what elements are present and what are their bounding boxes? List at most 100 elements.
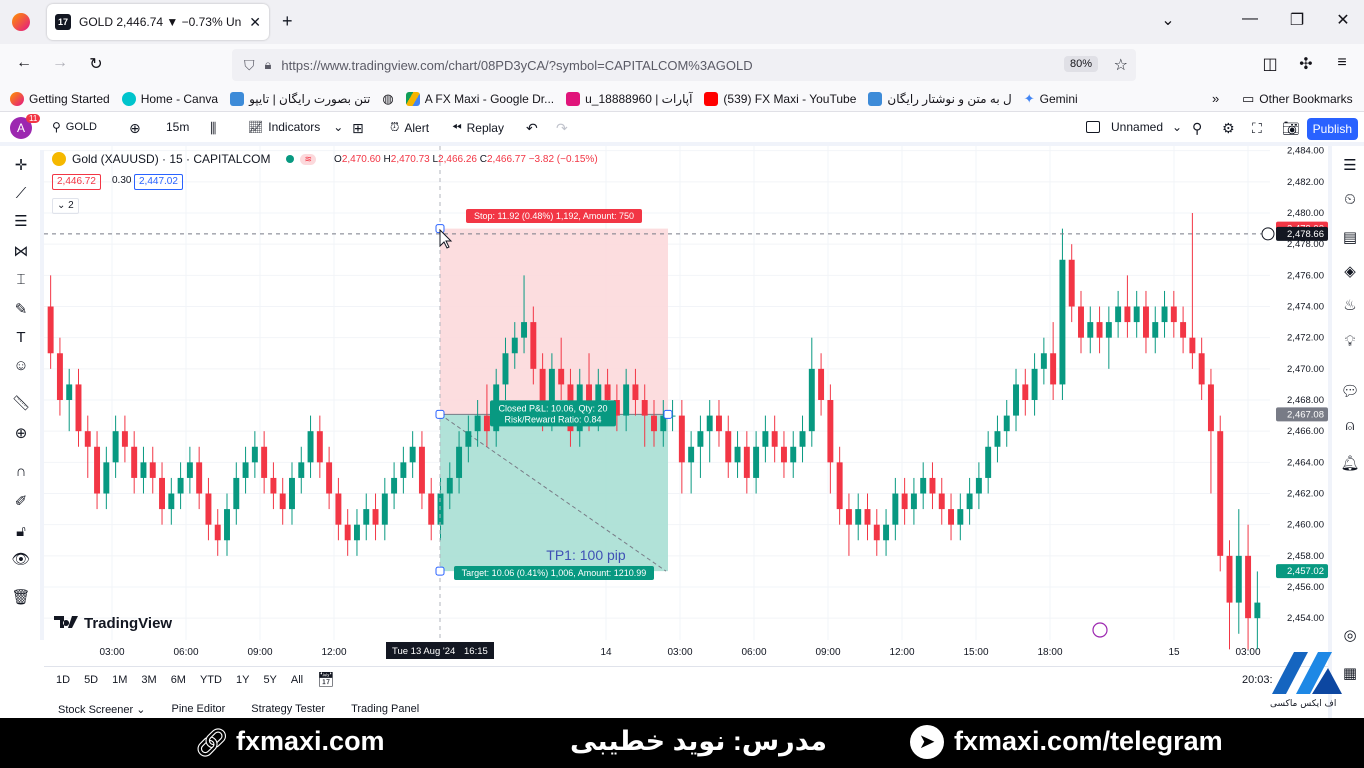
timeframe-1d[interactable]: 1D: [56, 674, 70, 686]
ideas-bulb-icon[interactable]: 💡︎: [1340, 332, 1360, 352]
dom-target-icon[interactable]: ◎: [1340, 626, 1360, 646]
timeframe-3m[interactable]: 3M: [141, 674, 156, 686]
candle-body: [233, 477, 240, 510]
tab-pine-editor[interactable]: Pine Editor: [171, 703, 225, 715]
brush-icon[interactable]: ✎: [11, 300, 31, 320]
firefox-icon[interactable]: [12, 13, 30, 31]
shield-icon[interactable]: ⛉: [244, 57, 255, 74]
timeframe-all[interactable]: All: [291, 674, 303, 686]
eye-icon[interactable]: 👁︎: [11, 550, 31, 570]
notifications-bell-icon[interactable]: 🔔︎: [1340, 454, 1360, 474]
trash-icon[interactable]: 🗑︎: [11, 588, 31, 608]
forward-arrow-icon[interactable]: →: [48, 54, 72, 72]
text-icon[interactable]: T: [11, 328, 31, 348]
crosshair-icon[interactable]: ✛: [11, 156, 31, 176]
sell-price-button[interactable]: 2,446.72: [52, 174, 101, 190]
compare-symbol-icon[interactable]: ⊕: [129, 120, 141, 137]
bookmark-item[interactable]: تتن بصورت رایگان | تایپو: [230, 91, 370, 106]
menu-icon[interactable]: ≡: [1330, 54, 1354, 72]
timeframe-bar: 1D 5D 1M 3M 6M YTD 1Y 5Y All 📅︎ 20:03:: [44, 666, 1328, 692]
emoji-icon[interactable]: ☺: [11, 356, 31, 376]
interval-button[interactable]: 15m: [166, 120, 189, 134]
bookmark-item[interactable]: A FX Maxi - Google Dr...: [405, 91, 554, 106]
alert-button[interactable]: ⏰︎ Alert: [390, 120, 429, 135]
address-bar[interactable]: ⛉ 🔒︎ https://www.tradingview.com/chart/0…: [232, 49, 1136, 81]
buy-price-button[interactable]: 2,447.02: [134, 174, 183, 190]
settings-gear-icon[interactable]: ⚙: [1222, 120, 1235, 137]
data-window-icon[interactable]: ▤: [1340, 228, 1360, 248]
chart-pane[interactable]: 03:00 06:00 09:00 12:00 14 03:00 06:00 09:00 12:…: [44, 146, 1328, 666]
publish-button[interactable]: Publish: [1306, 118, 1358, 140]
price-axis-label: 2,468.00: [1287, 395, 1324, 406]
more-bookmarks-icon[interactable]: »: [1212, 91, 1219, 106]
fullscreen-icon[interactable]: ⛶: [1252, 120, 1262, 137]
pattern-icon[interactable]: ⋈: [11, 242, 31, 262]
timeframe-1y[interactable]: 1Y: [236, 674, 249, 686]
session-icon[interactable]: ≋: [300, 153, 317, 165]
ruler-icon[interactable]: 📏︎: [11, 394, 31, 414]
camera-icon[interactable]: 📷︎: [1282, 120, 1300, 137]
close-window-icon[interactable]: ✕: [1331, 10, 1355, 30]
trend-line-icon[interactable]: ⟋: [11, 184, 31, 204]
extensions-icon[interactable]: ✣: [1294, 54, 1318, 74]
other-bookmarks[interactable]: ▭ Other Bookmarks: [1242, 91, 1353, 107]
tab-strategy-tester[interactable]: Strategy Tester: [251, 703, 325, 715]
bookmark-item[interactable]: ◍: [382, 91, 393, 107]
chat-icon[interactable]: 💬︎: [1340, 382, 1360, 402]
indicators-button[interactable]: 📈︎ Indicators ⌄: [248, 120, 343, 134]
pocket-icon[interactable]: ◫: [1258, 54, 1282, 74]
back-arrow-icon[interactable]: ←: [12, 54, 36, 72]
zoom-level[interactable]: 80%: [1063, 56, 1098, 72]
quick-search-icon[interactable]: ⚲: [1192, 120, 1202, 137]
tab-trading-panel[interactable]: Trading Panel: [351, 703, 419, 715]
candlestick-chart[interactable]: 03:00 06:00 09:00 12:00 14 03:00 06:00 09:00 12:…: [44, 146, 1328, 666]
new-tab-icon[interactable]: +: [282, 11, 293, 32]
price-axis-label: 2,458.00: [1287, 551, 1324, 562]
zoom-in-icon[interactable]: ⊕: [11, 424, 31, 444]
tab-list-chevron-down-icon[interactable]: ⌄: [1156, 10, 1180, 30]
watchlist-icon[interactable]: ☰: [1340, 156, 1360, 176]
goto-date-calendar-icon[interactable]: 📅︎: [317, 671, 335, 688]
timeframe-1m[interactable]: 1M: [112, 674, 127, 686]
timeframe-5d[interactable]: 5D: [84, 674, 98, 686]
hotlist-flame-icon[interactable]: ♨: [1340, 296, 1360, 316]
timeframe-ytd[interactable]: YTD: [200, 674, 222, 686]
candle-body: [1003, 415, 1010, 432]
layout-selector[interactable]: Unnamed ⌄: [1086, 120, 1182, 134]
lock-icon[interactable]: 🔓︎: [11, 522, 31, 542]
restore-icon[interactable]: ❐: [1285, 10, 1309, 30]
redo-icon[interactable]: ↷: [556, 120, 568, 137]
projection-icon[interactable]: ⌶: [11, 270, 31, 290]
timeframe-6m[interactable]: 6M: [171, 674, 186, 686]
candle-body: [1245, 555, 1252, 619]
reload-icon[interactable]: ↻: [84, 54, 108, 74]
bookmark-item[interactable]: ل به متن و نوشتار رایگان: [868, 91, 1012, 106]
bookmark-item[interactable]: ✦ Gemini: [1024, 91, 1078, 107]
market-status-icon[interactable]: [286, 155, 295, 163]
bookmark-item[interactable]: Getting Started: [10, 91, 110, 106]
layers-icon[interactable]: ◈: [1340, 262, 1360, 282]
lock-drawings-icon[interactable]: ✐: [11, 492, 31, 512]
fib-lines-icon[interactable]: ☰: [11, 212, 31, 232]
lock-icon[interactable]: 🔒︎: [265, 57, 272, 73]
symbol-search-button[interactable]: ⚲ GOLD: [52, 120, 97, 134]
bookmark-star-icon[interactable]: ☆: [1114, 55, 1128, 75]
bookmark-item[interactable]: (539) FX Maxi - YouTube: [704, 91, 856, 106]
undo-icon[interactable]: ↶: [526, 120, 538, 137]
bookmark-item[interactable]: u_18888960 | آپارات: [566, 91, 692, 106]
indicators-collapse-button[interactable]: ⌄ 2: [52, 198, 79, 214]
candle-body: [938, 493, 945, 510]
magnet-icon[interactable]: ∩: [11, 462, 31, 482]
timeframe-5y[interactable]: 5Y: [263, 674, 276, 686]
candle-type-icon[interactable]: ⫼: [210, 120, 216, 137]
browser-tab[interactable]: 17 GOLD 2,446.74 ▼ −0.73% Unnamed ✕: [47, 4, 269, 40]
alerts-clock-icon[interactable]: ⏲︎: [1340, 190, 1360, 210]
streams-icon[interactable]: ⍝: [1340, 416, 1360, 436]
minimize-icon[interactable]: —: [1238, 10, 1262, 28]
bookmark-item[interactable]: Home - Canva: [121, 91, 218, 106]
close-tab-icon[interactable]: ✕: [249, 14, 261, 31]
tab-stock-screener[interactable]: Stock Screener ⌄: [58, 703, 145, 716]
templates-grid-icon[interactable]: ⊞: [352, 120, 364, 137]
symbol-title[interactable]: Gold (XAUUSD) · 15 · CAPITALCOM: [72, 152, 270, 166]
replay-button[interactable]: ⏪︎ Replay: [452, 120, 504, 135]
